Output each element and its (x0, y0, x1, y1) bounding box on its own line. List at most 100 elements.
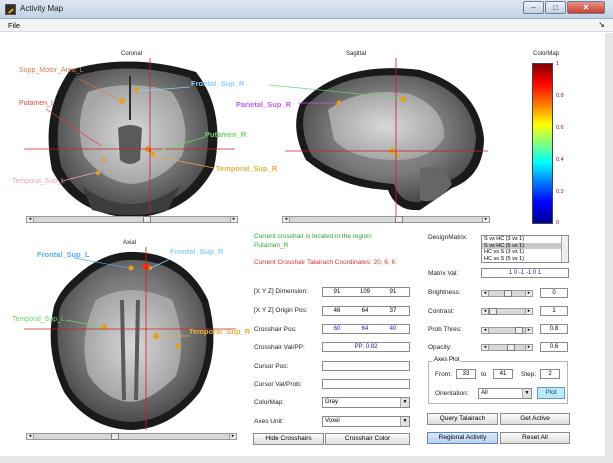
origin-field: 46 64 37 (322, 306, 410, 316)
close-button[interactable]: ✕ (567, 1, 605, 14)
coronal-title: Coronal (121, 51, 143, 57)
chevron-down-icon: ▼ (400, 417, 409, 426)
list-scrollbar[interactable] (561, 236, 568, 262)
brightness-slider[interactable]: ◂ ▸ (481, 290, 533, 297)
talairach-coordinates: Current Crosshair Talairach Coordinates:… (254, 259, 396, 266)
step-field[interactable]: 2 (540, 369, 560, 379)
sagittal-slice-slider[interactable]: ◂ ▸ (282, 216, 490, 223)
maximize-button[interactable]: □ (545, 1, 566, 14)
label-temporal-sup-l-coronal: Temporal_Sup_L (12, 178, 65, 185)
plot-button[interactable]: Plot (537, 387, 565, 399)
colorbar-tick: 0.8 (556, 93, 564, 99)
label-frontal-sup-r-coronal: Frontal_Sup_R (191, 79, 245, 88)
menu-file[interactable]: File (8, 21, 20, 30)
label-frontal-sup-r-axial: Frontal_Sup_R (170, 247, 224, 256)
list-item[interactable]: HC vs S (5 vs 1) (482, 256, 568, 263)
to-field[interactable]: 41 (493, 369, 513, 379)
window-title: Activity Map (20, 4, 64, 13)
colormap-title: ColorMap (533, 51, 560, 57)
colorbar (532, 63, 553, 224)
to-label: to (481, 371, 487, 378)
axial-slice-slider[interactable]: ◂ ▸ (26, 433, 237, 440)
opacity-label: Opacity: (428, 344, 452, 351)
design-matrix-list[interactable]: S vs HC (3 vs 1) S vs HC (5 vs 1) HC vs … (481, 235, 569, 263)
orientation-select[interactable]: All ▼ (478, 388, 532, 399)
region-message: Current crosshair is located in the regi… (254, 233, 373, 240)
opacity-value[interactable]: 0.6 (540, 342, 568, 352)
contrast-slider[interactable]: ◂ ▸ (481, 308, 533, 315)
slider-right-arrow-icon[interactable]: ▸ (229, 433, 237, 440)
get-active-button[interactable]: Get Active (500, 413, 570, 425)
colormap-label: ColorMap: (254, 399, 284, 406)
label-putamen-r: Putamen_R (205, 130, 247, 139)
chevron-down-icon: ▼ (400, 398, 409, 407)
cursor-val-label: Cursor Val/Prob: (254, 381, 302, 388)
colorbar-tick: 0.2 (556, 189, 564, 195)
slider-thumb[interactable] (111, 433, 119, 440)
matrix-val-label: Matrix Val: (428, 270, 459, 277)
slider-thumb[interactable] (143, 216, 151, 223)
label-frontal-sup-l-axial: Frontal_Sup_L (37, 250, 90, 259)
label-parietal-sup-r: Parietal_Sup_R (236, 100, 292, 109)
contrast-label: Contrast: (428, 308, 455, 315)
slider-right-arrow-icon[interactable]: ▸ (230, 216, 238, 223)
crosshair-pos-label: Crosshair Pos: (254, 326, 297, 333)
prob-thres-slider[interactable]: ◂ ▸ (481, 327, 533, 334)
origin-label: [X Y Z] Origin Pos: (254, 307, 308, 314)
colorbar-tick: 0 (556, 220, 560, 226)
brightness-label: Brightness: (428, 289, 461, 296)
matlab-icon (5, 4, 16, 15)
chevron-down-icon: ▼ (522, 389, 531, 398)
axes-unit-label: Axes Unit: (254, 418, 284, 425)
dimension-field: 91 109 91 (322, 287, 410, 297)
hide-crosshairs-button[interactable]: Hide Crosshairs (253, 433, 324, 445)
regional-activity-button[interactable]: Regional Activity (427, 432, 498, 444)
contrast-value[interactable]: 1 (540, 306, 568, 316)
sagittal-title: Sagittal (346, 51, 367, 57)
design-matrix-label: DesignMatrix: (428, 234, 468, 241)
coronal-slice-slider[interactable]: ◂ ▸ (26, 216, 238, 223)
slider-right-arrow-icon[interactable]: ▸ (482, 216, 490, 223)
window-frame-right (605, 33, 613, 463)
region-name: Putamen_R (254, 242, 289, 249)
slider-left-arrow-icon[interactable]: ◂ (26, 433, 34, 440)
menu-bar: File ↘ (0, 19, 613, 32)
axes-plot-title: Axes Plot (433, 357, 461, 363)
prob-thres-label: Prob Thres: (428, 326, 462, 333)
label-temporal-sup-r-coronal: Temporal_Sup_R (216, 164, 278, 173)
colorbar-tick: 0.4 (556, 157, 564, 163)
matrix-val-field[interactable]: 1 0 -1 -1 0 1 (481, 268, 569, 278)
label-temporal-sup-l-axial: Temporal_Sup_L (12, 316, 65, 323)
from-label: From: (435, 371, 452, 378)
from-field[interactable]: 33 (456, 369, 476, 379)
cursor-pos-label: Cursor Pos: (254, 363, 289, 370)
opacity-slider[interactable]: ◂ ▸ (481, 344, 533, 351)
reset-all-button[interactable]: Reset All (500, 432, 570, 444)
cursor-val-field (322, 379, 410, 389)
title-bar: Activity Map – □ ✕ (0, 0, 613, 19)
colorbar-tick: 1 (556, 61, 560, 67)
label-putamen-l: Putamen_L (19, 100, 55, 107)
colorbar-tick: 0.6 (556, 125, 564, 131)
crosshair-color-button[interactable]: Crosshair Color (325, 433, 410, 445)
crosshair-pos-field[interactable]: 60 64 40 (322, 324, 410, 334)
toolbar-overflow-icon[interactable]: ↘ (598, 20, 605, 29)
colormap-select[interactable]: Gray ▼ (322, 397, 410, 408)
step-label: Step: (521, 371, 537, 378)
label-temporal-sup-r-axial: Temporal_Sup_R (189, 327, 251, 336)
cursor-pos-field (322, 361, 410, 371)
axes-unit-select[interactable]: Voxel ▼ (322, 416, 410, 427)
crosshair-val-field: PP: 0.82 (322, 342, 410, 352)
slider-thumb[interactable] (395, 216, 403, 223)
brightness-value[interactable]: 0 (540, 288, 568, 298)
axial-title: Axial (123, 240, 137, 246)
query-talairach-button[interactable]: Query Talairach (427, 413, 498, 425)
slider-left-arrow-icon[interactable]: ◂ (282, 216, 290, 223)
minimize-button[interactable]: – (523, 1, 544, 14)
label-supp-motor-area: Supp_Motor_Area_L (19, 67, 84, 74)
prob-thres-value[interactable]: 0.8 (540, 324, 568, 334)
window-frame-bottom (0, 456, 613, 463)
slider-left-arrow-icon[interactable]: ◂ (26, 216, 34, 223)
orientation-label: Orientation: (435, 390, 469, 397)
crosshair-val-label: Crosshair Val/PP: (254, 344, 305, 351)
